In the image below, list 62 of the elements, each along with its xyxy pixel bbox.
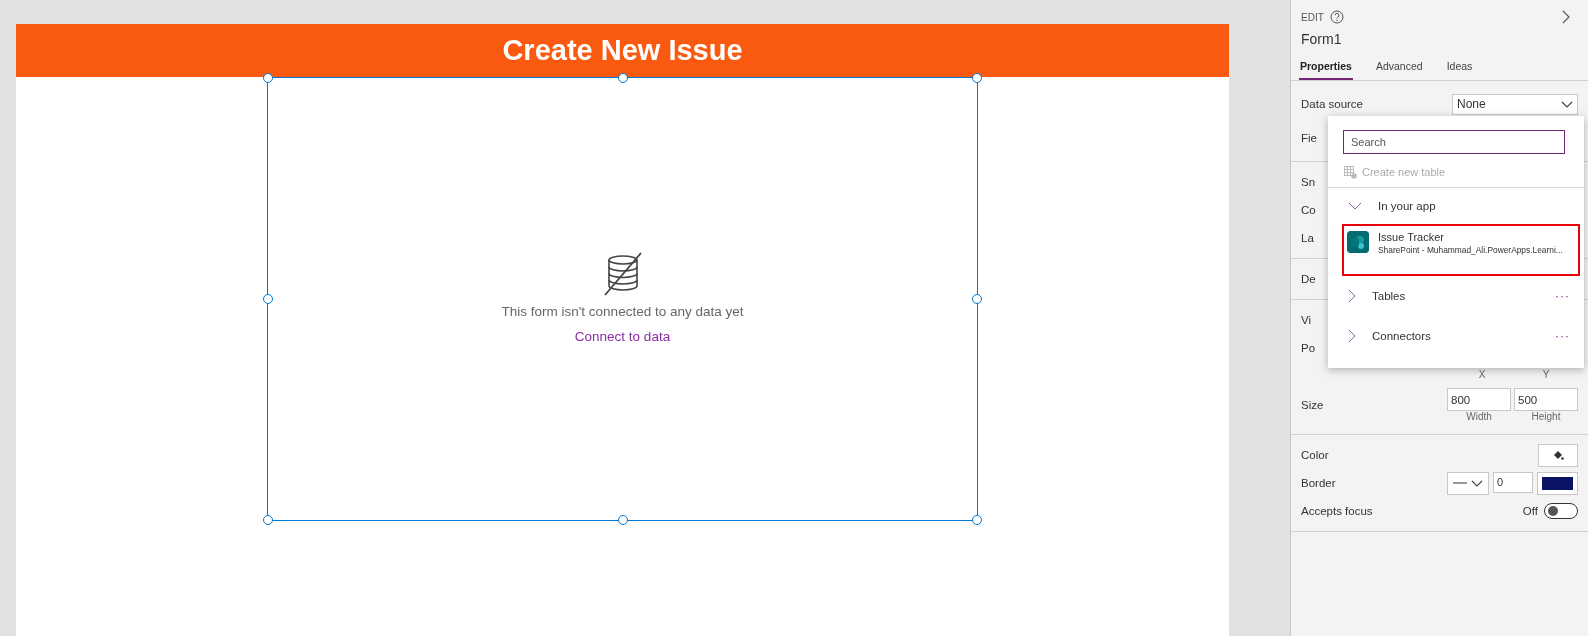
table-add-icon: [1344, 165, 1357, 179]
more-button[interactable]: ···: [1555, 329, 1570, 343]
panel-tab[interactable]: Ideas: [1445, 60, 1474, 80]
property-label: La: [1301, 232, 1314, 244]
property-label: Accepts focus: [1301, 505, 1373, 517]
property-label: Co: [1301, 204, 1316, 216]
sharepoint-icon: [1347, 231, 1369, 253]
search-field[interactable]: Search: [1343, 130, 1565, 154]
resize-handle[interactable]: [617, 73, 628, 83]
more-button[interactable]: ···: [1555, 289, 1570, 303]
group-header[interactable]: Tables ···: [1328, 276, 1584, 316]
item-subtitle: SharePoint - Muhammad_Ali.PowerApps.Learni...: [1378, 245, 1563, 255]
border-style-dropdown[interactable]: [1447, 471, 1489, 495]
size-input[interactable]: 500: [1514, 388, 1578, 411]
header-title: Create New Issue: [502, 34, 743, 67]
field-caption: Height: [1530, 411, 1562, 422]
chevron-down-icon: [1561, 100, 1573, 108]
resize-handle[interactable]: [617, 515, 628, 525]
chevron-right-icon: [1348, 289, 1356, 303]
property-label: Sn: [1301, 176, 1316, 188]
property-label: Fie: [1301, 132, 1317, 144]
paint-bucket-icon: [1552, 449, 1564, 461]
property-label: Border: [1301, 477, 1336, 489]
panel-tab[interactable]: Advanced: [1374, 60, 1424, 80]
border-color-button[interactable]: [1537, 471, 1578, 495]
chevron-down-icon: [1471, 479, 1483, 487]
property-label: De: [1301, 273, 1316, 285]
resize-handle[interactable]: [263, 294, 273, 304]
mode-label: EDIT: [1301, 11, 1324, 23]
data-source-dropdown[interactable]: None: [1452, 93, 1578, 115]
resize-handle[interactable]: [263, 515, 273, 525]
field-caption: X: [1477, 369, 1487, 380]
property-label: Po: [1301, 342, 1316, 354]
field-caption: Width: [1465, 411, 1493, 422]
group-header[interactable]: In your app: [1328, 188, 1584, 224]
field-caption: Y: [1541, 369, 1551, 380]
help-icon[interactable]: [1329, 10, 1344, 24]
property-label: Size: [1301, 399, 1324, 411]
chevron-down-icon: [1348, 202, 1362, 210]
empty-state-message: This form isn't connected to any data yet: [501, 304, 744, 319]
chevron-right-icon[interactable]: [1562, 10, 1570, 24]
create-new-table: Create new table: [1362, 166, 1446, 178]
accepts-focus-toggle[interactable]: [1544, 503, 1578, 519]
resize-handle[interactable]: [972, 515, 982, 525]
property-label: Data source: [1301, 98, 1363, 110]
resize-handle[interactable]: [972, 73, 982, 83]
size-input[interactable]: 800: [1447, 388, 1511, 411]
line-style-icon: [1453, 482, 1467, 484]
fill-color-button[interactable]: [1538, 443, 1578, 467]
connect-to-data-link[interactable]: Connect to data: [574, 329, 671, 344]
panel-tab[interactable]: Properties: [1299, 60, 1353, 80]
group-header[interactable]: Connectors ···: [1328, 316, 1584, 356]
resize-handle[interactable]: [972, 294, 982, 304]
toggle-state: Off: [1522, 505, 1538, 517]
chevron-right-icon: [1348, 329, 1356, 343]
property-label: Color: [1301, 449, 1329, 461]
control-name: Form1: [1301, 31, 1342, 47]
data-source-item[interactable]: Issue Tracker SharePoint - Muhammad_Ali.PowerApps.Learni...: [1342, 224, 1580, 276]
resize-handle[interactable]: [263, 73, 273, 83]
property-label: Vi: [1301, 314, 1312, 326]
border-width-input[interactable]: 0: [1493, 471, 1533, 493]
item-title: Issue Tracker: [1378, 231, 1446, 243]
